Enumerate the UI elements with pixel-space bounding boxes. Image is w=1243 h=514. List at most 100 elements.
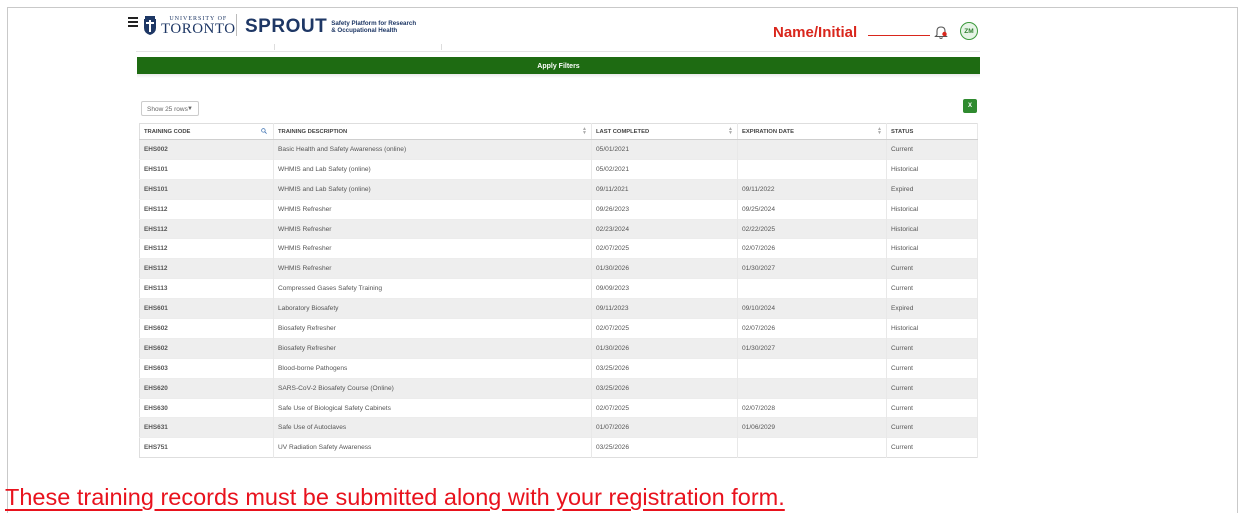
expiration-date-cell — [737, 158, 887, 180]
app-name: SPROUT — [245, 16, 328, 37]
apply-bar-shadow — [137, 74, 980, 78]
column-header-training-code[interactable]: TRAINING CODE — [139, 123, 274, 140]
excel-export-icon-text: X — [967, 103, 972, 109]
last-completed-cell: 09/09/2023 — [591, 278, 738, 299]
rows-per-page-value: Show 25 rows — [147, 106, 188, 113]
status-cell: Current — [886, 417, 978, 438]
table-row[interactable]: EHS112 WHMIS Refresher 09/26/2023 09/25/202… — [139, 198, 978, 220]
column-header-status[interactable]: STATUS — [886, 123, 978, 140]
university-logo[interactable]: UNIVERSITY OF TORONTO — [143, 12, 236, 40]
status-cell: Historical — [886, 238, 978, 259]
table-row[interactable]: EHS601 Laboratory Biosafety 09/11/2023 09/1… — [139, 298, 978, 319]
status-cell: Current — [886, 397, 978, 418]
status-cell: Historical — [886, 198, 978, 220]
training-code-cell: EHS002 — [139, 139, 274, 160]
column-header-label: STATUS — [891, 128, 914, 135]
sort-icon[interactable]: ▲ ▼ — [728, 127, 733, 136]
expiration-date-cell — [737, 437, 887, 458]
table-row[interactable]: EHS630 Safe Use of Biological Safety Cabi… — [139, 397, 978, 418]
table-row[interactable]: EHS620 SARS-CoV-2 Biosafety Course (Onlin… — [139, 377, 978, 399]
table-row[interactable]: EHS603 Blood-borne Pathogens 03/25/2026 Cur… — [139, 357, 978, 379]
logo-divider — [236, 14, 237, 36]
last-completed-cell: 03/25/2026 — [591, 357, 738, 379]
training-description-cell: WHMIS and Lab Safety (online) — [273, 158, 592, 180]
training-description-cell: WHMIS Refresher — [273, 258, 592, 279]
table-row[interactable]: EHS113 Compressed Gases Safety Training 09… — [139, 278, 978, 299]
training-description-cell: WHMIS Refresher — [273, 198, 592, 220]
training-description-cell: Safe Use of Autoclaves — [273, 417, 592, 438]
column-header-training-description[interactable]: TRAINING DESCRIPTION ▲ ▼ — [273, 123, 592, 140]
filter-field-edge — [136, 44, 275, 50]
search-icon[interactable] — [261, 128, 267, 134]
status-cell: Current — [886, 377, 978, 399]
rows-per-page-select[interactable]: Show 25 rows ▼ — [141, 101, 199, 116]
expiration-date-cell — [737, 377, 887, 399]
training-code-cell: EHS101 — [139, 158, 274, 180]
filter-panel-fragment — [136, 44, 980, 52]
training-description-cell: Biosafety Refresher — [273, 337, 592, 359]
annotation-arrow — [868, 35, 930, 36]
status-cell: Expired — [886, 178, 978, 200]
table-row[interactable]: EHS101 WHMIS and Lab Safety (online) 05/02… — [139, 158, 978, 180]
table-row[interactable]: EHS101 WHMIS and Lab Safety (online) 09/11… — [139, 178, 978, 200]
table-row[interactable]: EHS631 Safe Use of Autoclaves 01/07/2026 01… — [139, 417, 978, 438]
training-code-cell: EHS602 — [139, 337, 274, 359]
expiration-date-cell: 09/25/2024 — [737, 198, 887, 220]
training-code-cell: EHS602 — [139, 318, 274, 339]
training-description-cell: Compressed Gases Safety Training — [273, 278, 592, 299]
last-completed-cell: 01/07/2026 — [591, 417, 738, 438]
status-cell: Current — [886, 258, 978, 279]
status-cell: Historical — [886, 158, 978, 180]
table-row[interactable]: EHS112 WHMIS Refresher 01/30/2026 01/30/202… — [139, 258, 978, 279]
app-logo[interactable]: SPROUT Safety Platform for Research & Oc… — [245, 16, 416, 38]
last-completed-cell: 09/11/2023 — [591, 298, 738, 319]
table-row[interactable]: EHS112 WHMIS Refresher 02/07/2025 02/07/202… — [139, 238, 978, 259]
last-completed-cell: 09/11/2021 — [591, 178, 738, 200]
column-header-last-completed[interactable]: LAST COMPLETED ▲ ▼ — [591, 123, 738, 140]
training-code-cell: EHS112 — [139, 218, 274, 239]
table-body: EHS002 Basic Health and Safety Awareness … — [139, 139, 978, 458]
status-cell: Current — [886, 337, 978, 359]
training-description-cell: SARS-CoV-2 Biosafety Course (Online) — [273, 377, 592, 399]
training-description-cell: Laboratory Biosafety — [273, 298, 592, 319]
sort-icon[interactable]: ▲ ▼ — [582, 127, 587, 136]
column-header-expiration-date[interactable]: EXPIRATION DATE ▲ ▼ — [737, 123, 887, 140]
status-cell: Historical — [886, 218, 978, 239]
training-description-cell: Safe Use of Biological Safety Cabinets — [273, 397, 592, 418]
table-row[interactable]: EHS602 Biosafety Refresher 02/07/2025 02/07… — [139, 318, 978, 339]
excel-export-icon[interactable]: X — [963, 99, 977, 113]
expiration-date-cell: 02/22/2025 — [737, 218, 887, 239]
training-code-cell: EHS631 — [139, 417, 274, 438]
annotation-label: Name/Initial — [773, 24, 858, 41]
training-code-cell: EHS112 — [139, 198, 274, 220]
expiration-date-cell: 01/06/2029 — [737, 417, 887, 438]
university-name: TORONTO — [161, 20, 236, 37]
menu-icon[interactable] — [128, 17, 138, 27]
status-cell: Historical — [886, 318, 978, 339]
training-code-cell: EHS101 — [139, 178, 274, 200]
filter-field-edge — [441, 44, 442, 50]
table-row[interactable]: EHS002 Basic Health and Safety Awareness … — [139, 139, 978, 160]
column-header-label: EXPIRATION DATE — [742, 128, 794, 135]
training-code-cell: EHS620 — [139, 377, 274, 399]
expiration-date-cell: 02/07/2028 — [737, 397, 887, 418]
apply-filters-button[interactable]: Apply Filters — [137, 57, 980, 74]
status-cell: Current — [886, 278, 978, 299]
table-row[interactable]: EHS602 Biosafety Refresher 01/30/2026 01/30… — [139, 337, 978, 359]
expiration-date-cell — [737, 357, 887, 379]
last-completed-cell: 02/23/2024 — [591, 218, 738, 239]
expiration-date-cell: 02/07/2026 — [737, 238, 887, 259]
status-cell: Current — [886, 437, 978, 458]
table-row[interactable]: EHS112 WHMIS Refresher 02/23/2024 02/22/202… — [139, 218, 978, 239]
column-header-label: TRAINING CODE — [144, 128, 191, 135]
last-completed-cell: 03/25/2026 — [591, 377, 738, 399]
last-completed-cell: 05/01/2021 — [591, 139, 738, 160]
table-row[interactable]: EHS751 UV Radiation Safety Awareness 03/25… — [139, 437, 978, 458]
avatar[interactable]: ZM — [960, 22, 978, 40]
status-cell: Current — [886, 139, 978, 160]
column-header-label: LAST COMPLETED — [596, 128, 650, 135]
training-code-cell: EHS113 — [139, 278, 274, 299]
expiration-date-cell: 09/10/2024 — [737, 298, 887, 319]
bell-icon[interactable] — [933, 24, 949, 40]
sort-icon[interactable]: ▲ ▼ — [877, 127, 882, 136]
